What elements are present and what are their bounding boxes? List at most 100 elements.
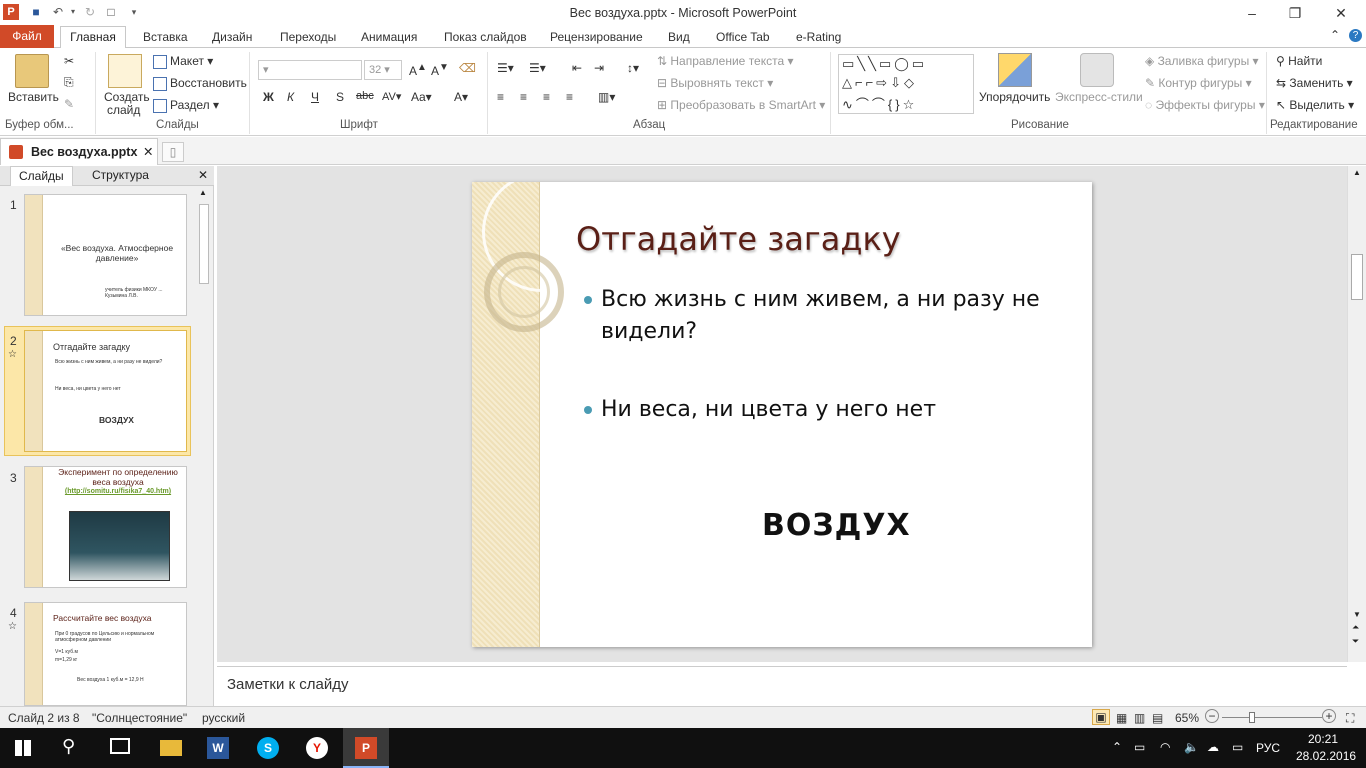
new-slide-button-line2[interactable]: слайд (107, 103, 140, 117)
new-slide-icon[interactable] (108, 54, 142, 88)
canvas-scroll-thumb[interactable] (1351, 254, 1363, 300)
slide-thumbnail-4[interactable]: Рассчитайте вес воздуха При 0 градусов п… (24, 602, 187, 706)
new-slide-button[interactable]: Создать (104, 90, 150, 104)
scroll-up-arrow-icon[interactable]: ▲ (199, 188, 207, 197)
font-color-icon[interactable]: A▾ (454, 90, 468, 104)
tab-view[interactable]: Вид (668, 30, 690, 44)
battery-icon[interactable]: ▭ (1134, 740, 1145, 754)
slide-bullet-2[interactable]: Ни веса, ни цвета у него нет (601, 394, 1071, 426)
align-left-icon[interactable]: ≡ (497, 90, 504, 104)
powerpoint-taskbar-icon[interactable]: P (343, 728, 389, 768)
tab-e-rating[interactable]: e-Rating (796, 30, 841, 44)
tab-review[interactable]: Рецензирование (550, 30, 643, 44)
underline-button[interactable]: Ч (311, 90, 319, 104)
reading-view-icon[interactable]: ▥ (1134, 711, 1145, 725)
canvas-scrollbar[interactable]: ▲ ▼ ⏶ ⏷ (1347, 166, 1366, 662)
numbering-icon[interactable]: ☰▾ (529, 61, 546, 75)
language-tray[interactable]: РУС (1256, 741, 1280, 755)
show-hidden-icons-icon[interactable]: ⌃ (1112, 740, 1122, 754)
cut-icon[interactable]: ✂ (64, 54, 74, 68)
search-icon[interactable]: ⚲ (62, 736, 75, 757)
slide-title[interactable]: Отгадайте загадку (576, 220, 901, 258)
text-direction-button[interactable]: ⇅ Направление текста ▾ (657, 54, 794, 68)
zoom-slider-track[interactable] (1222, 717, 1322, 718)
increase-indent-icon[interactable]: ⇥ (594, 61, 604, 75)
grow-font-icon[interactable]: A▲ (409, 62, 427, 78)
tab-slides[interactable]: Слайды (10, 166, 73, 186)
word-icon[interactable]: W (196, 728, 242, 768)
tab-transitions[interactable]: Переходы (280, 30, 336, 44)
notifications-icon[interactable]: ▭ (1232, 740, 1243, 754)
arrange-icon[interactable] (998, 53, 1032, 87)
tab-slideshow[interactable]: Показ слайдов (444, 30, 527, 44)
thumb-link[interactable]: (http://somitu.ru/fisika7_40.htm) (51, 488, 185, 496)
slide-thumbnail-1[interactable]: «Вес воздуха. Атмосферное давление» учит… (24, 194, 187, 316)
document-tab[interactable]: Вес воздуха.pptx ✕ (0, 138, 158, 165)
tab-outline[interactable]: Структура (84, 166, 157, 186)
char-spacing-icon[interactable]: AV▾ (382, 90, 401, 103)
shape-effects-button[interactable]: ◌ Эффекты фигуры ▾ (1145, 98, 1265, 112)
notes-pane[interactable]: Заметки к слайду (217, 666, 1347, 704)
columns-icon[interactable]: ▥▾ (598, 90, 615, 104)
onedrive-icon[interactable]: ☁ (1207, 740, 1219, 754)
find-button[interactable]: ⚲ Найти (1276, 54, 1322, 68)
quick-styles-icon[interactable] (1080, 53, 1114, 87)
pane-scrollbar[interactable]: ▲ (197, 188, 211, 704)
slideshow-icon[interactable]: ▤ (1152, 711, 1163, 725)
decrease-indent-icon[interactable]: ⇤ (572, 61, 582, 75)
tab-insert[interactable]: Вставка (143, 30, 188, 44)
italic-button[interactable]: К (287, 90, 294, 104)
wifi-icon[interactable]: ◠ (1160, 740, 1170, 754)
paste-button[interactable]: Вставить (8, 90, 59, 104)
arrange-button[interactable]: Упорядочить (979, 90, 1050, 104)
clear-formatting-icon[interactable]: ⌫ (459, 61, 476, 75)
zoom-level[interactable]: 65% (1175, 711, 1199, 725)
bullets-icon[interactable]: ☰▾ (497, 61, 514, 75)
section-button[interactable]: Раздел ▾ (153, 98, 219, 113)
convert-smartart-button[interactable]: ⊞ Преобразовать в SmartArt ▾ (657, 98, 825, 112)
close-button[interactable]: ✕ (1325, 3, 1357, 23)
zoom-out-icon[interactable]: − (1205, 709, 1219, 723)
current-slide[interactable]: Отгадайте загадку Всю жизнь с ним живем,… (472, 182, 1092, 647)
paste-icon[interactable] (15, 54, 49, 88)
slide-thumbnail-2[interactable]: Отгадайте загадку Всю жизнь с ним живем,… (24, 330, 187, 452)
shadow-button[interactable]: S (336, 90, 344, 104)
shape-fill-button[interactable]: ◈ Заливка фигуры ▾ (1145, 54, 1259, 68)
skype-icon[interactable]: S (245, 728, 291, 768)
new-tab-icon[interactable]: ▯ (162, 142, 184, 162)
shapes-gallery[interactable]: ▭╲╲▭◯▭ △⌐⌐⇨⇩◇ ∿⌒⌒{}☆ (838, 54, 974, 114)
notes-placeholder[interactable]: Заметки к слайду (227, 676, 349, 693)
zoom-slider-thumb[interactable] (1249, 712, 1255, 723)
restore-button[interactable]: ❐ (1279, 3, 1311, 23)
reset-button[interactable]: Восстановить (153, 76, 247, 91)
minimize-button[interactable]: – (1236, 3, 1268, 23)
shrink-font-icon[interactable]: A▼ (431, 62, 449, 78)
quick-styles-button[interactable]: Экспресс-стили (1055, 90, 1143, 104)
windows-start-icon[interactable] (15, 740, 31, 756)
zoom-in-icon[interactable]: + (1322, 709, 1336, 723)
font-name-input[interactable]: ▾ (258, 60, 362, 80)
tab-design[interactable]: Дизайн (212, 30, 252, 44)
align-right-icon[interactable]: ≡ (543, 90, 550, 104)
pane-scroll-thumb[interactable] (199, 204, 209, 284)
change-case-icon[interactable]: Aa▾ (411, 90, 432, 104)
slide-thumbnail-3[interactable]: Эксперимент по определению веса воздуха … (24, 466, 187, 588)
strikethrough-button[interactable]: abc (356, 90, 374, 102)
replace-button[interactable]: ⇆ Заменить ▾ (1276, 76, 1353, 90)
close-tab-icon[interactable]: ✕ (143, 139, 153, 165)
previous-slide-icon[interactable]: ⏶ (1352, 622, 1359, 633)
close-pane-icon[interactable]: ✕ (190, 166, 216, 186)
tab-file[interactable]: Файл (0, 25, 54, 48)
slide-bullet-1[interactable]: Всю жизнь с ним живем, а ни разу не виде… (601, 284, 1071, 348)
layout-button[interactable]: Макет ▾ (153, 54, 213, 69)
tab-animation[interactable]: Анимация (361, 30, 417, 44)
copy-icon[interactable]: ⎘ (64, 75, 74, 90)
align-text-button[interactable]: ⊟ Выровнять текст ▾ (657, 76, 773, 90)
clock-time[interactable]: 20:21 (1308, 732, 1338, 746)
file-explorer-icon[interactable] (148, 728, 194, 768)
justify-icon[interactable]: ≡ (566, 90, 573, 104)
help-icon[interactable]: ? (1349, 29, 1362, 42)
task-view-icon[interactable] (110, 738, 130, 754)
align-center-icon[interactable]: ≡ (520, 90, 527, 104)
font-size-input[interactable]: 32 ▾ (364, 60, 402, 80)
